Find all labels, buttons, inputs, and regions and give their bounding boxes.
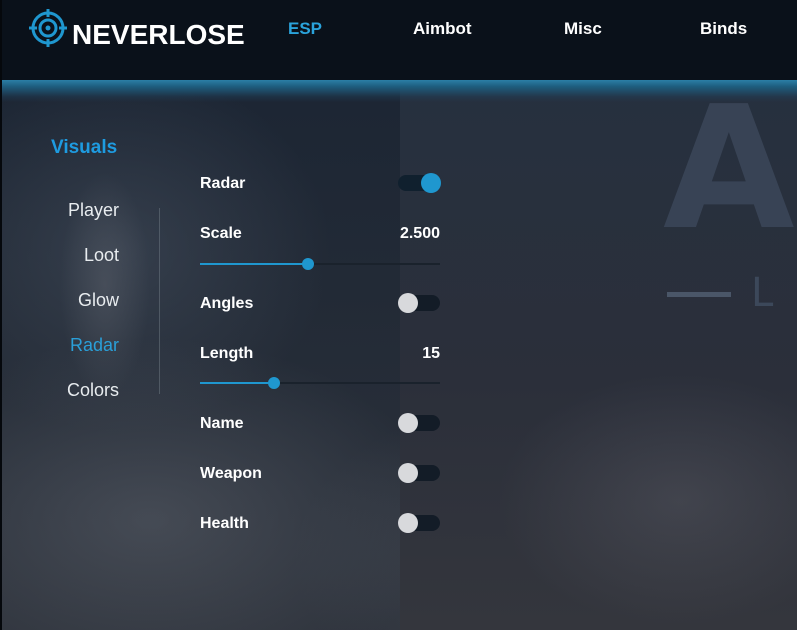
header-accent-glow [0, 80, 797, 102]
tab-misc[interactable]: Misc [564, 19, 602, 39]
length-label: Length [200, 345, 254, 362]
tab-aimbot[interactable]: Aimbot [413, 19, 472, 39]
window-edge [0, 0, 2, 630]
sidebar-divider [159, 208, 160, 394]
slider-fill [200, 382, 275, 384]
sidebar-item-radar[interactable]: Radar [70, 335, 119, 356]
tab-esp[interactable]: ESP [288, 19, 322, 39]
toggle-knob [398, 463, 418, 483]
radar-label: Radar [200, 175, 246, 192]
sidebar-item-loot[interactable]: Loot [84, 245, 119, 266]
name-label: Name [200, 415, 244, 432]
top-header: NEVERLOSE ESP Aimbot Misc Binds [0, 0, 797, 80]
app-window: A L NEVERLOSE ESP Aimbot Misc Binds Visu… [0, 0, 797, 630]
tab-binds[interactable]: Binds [700, 19, 747, 39]
sidebar-item-player[interactable]: Player [68, 200, 119, 221]
top-nav: ESP Aimbot Misc Binds [0, 19, 797, 43]
slider-fill [200, 263, 308, 265]
length-slider[interactable] [200, 376, 440, 390]
toggle-knob [421, 173, 441, 193]
length-value: 15 [422, 345, 440, 362]
slider-thumb[interactable] [302, 258, 314, 270]
slider-thumb[interactable] [268, 377, 281, 389]
sidebar-item-glow[interactable]: Glow [78, 290, 119, 311]
toggle-knob [398, 513, 418, 533]
scale-value: 2.500 [399, 225, 440, 242]
scale-label: Scale [200, 225, 242, 242]
weapon-toggle[interactable] [398, 463, 440, 483]
angles-label: Angles [200, 295, 254, 312]
background-watermark: A L [663, 70, 795, 316]
weapon-label: Weapon [200, 465, 262, 482]
health-toggle[interactable] [398, 513, 440, 533]
sidebar-title: Visuals [51, 137, 118, 158]
scale-slider[interactable] [200, 257, 440, 271]
sidebar-item-colors[interactable]: Colors [67, 380, 119, 401]
name-toggle[interactable] [398, 413, 440, 433]
health-label: Health [200, 515, 249, 532]
angles-toggle[interactable] [398, 293, 440, 313]
radar-toggle[interactable] [398, 173, 441, 193]
toggle-knob [398, 413, 418, 433]
toggle-knob [398, 293, 418, 313]
